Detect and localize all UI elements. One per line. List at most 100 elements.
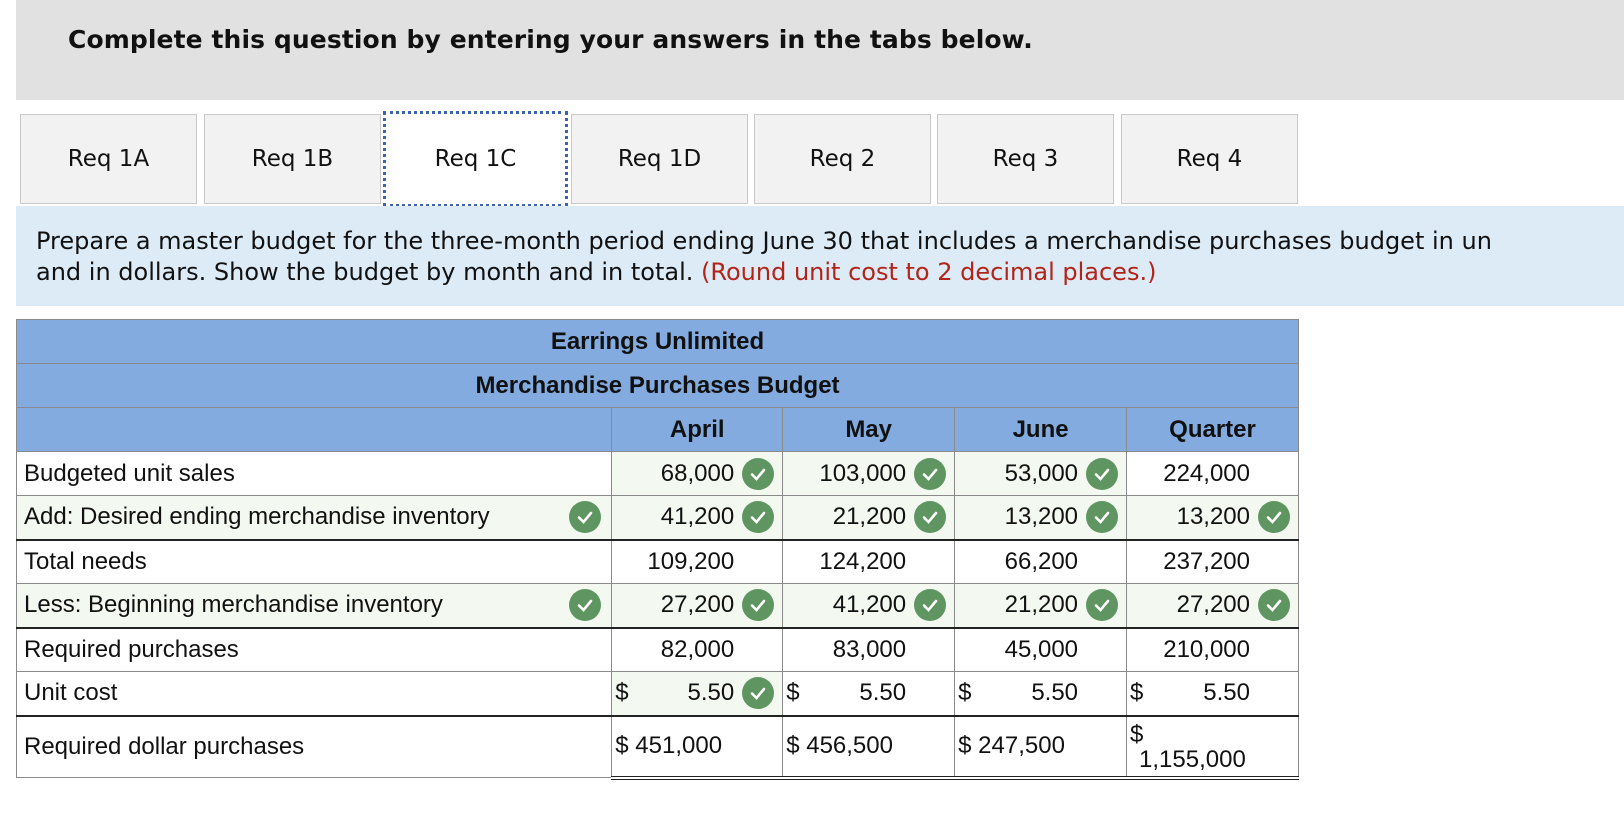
row-total-needs: Total needs 109,200 124,200 66,200 237,2… (15, 539, 1299, 584)
value-text: 27,200 (1176, 591, 1250, 619)
check-icon (569, 589, 602, 622)
value-text: 53,000 (1004, 459, 1079, 487)
merchandise-purchases-budget-table: Earrings Unlimited Merchandise Purchases… (15, 319, 1299, 780)
check-icon (1086, 501, 1119, 534)
value-text: 5.50 (687, 679, 735, 707)
input-june[interactable]: 21,200 (954, 583, 1128, 629)
instruction-panel: Prepare a master budget for the three-mo… (16, 206, 1624, 306)
company-name: Earrings Unlimited (16, 319, 1299, 364)
input-april[interactable]: 68,000 (611, 451, 784, 496)
check-icon (742, 457, 775, 490)
value-quarter: 237,200 (1126, 539, 1299, 584)
check-icon (742, 501, 775, 534)
value-june: $ 247,500 (954, 715, 1128, 780)
input-june[interactable]: 53,000 (954, 451, 1128, 496)
value-june: 45,000 (954, 627, 1128, 672)
value-text: 5.50 (1031, 679, 1079, 707)
input-april[interactable]: 41,200 (611, 495, 784, 541)
value-quarter: 210,000 (1126, 627, 1299, 672)
value-text: 224,000 (1163, 459, 1250, 487)
value-may: 83,000 (782, 627, 956, 672)
value-may: $ 456,500 (782, 715, 956, 780)
instruction-line-2: and in dollars. Show the budget by month… (36, 258, 694, 286)
value-may: 124,200 (782, 539, 956, 584)
col-header-june: June (954, 407, 1128, 452)
row-label-input[interactable]: Less: Beginning merchandise inventory (15, 583, 613, 629)
question-title: Complete this question by entering your … (68, 25, 1033, 54)
tab-req-1b[interactable]: Req 1B (204, 114, 381, 204)
check-icon (1258, 501, 1290, 534)
check-icon (742, 589, 775, 622)
input-april[interactable]: 27,200 (611, 583, 784, 629)
instruction-line-1: Prepare a master budget for the three-mo… (36, 227, 1492, 255)
row-unit-cost: Unit cost $ 5.50 $ 5.50 $ 5.50 $ 5.50 (15, 671, 1299, 717)
tab-req-1d[interactable]: Req 1D (571, 114, 748, 204)
value-text: 13,200 (1176, 503, 1250, 531)
check-icon (914, 501, 947, 534)
value-text: 21,200 (832, 503, 907, 531)
tab-req-1c[interactable]: Req 1C (383, 111, 568, 207)
row-label-input[interactable]: Add: Desired ending merchandise inventor… (15, 495, 613, 541)
row-label: Add: Desired ending merchandise inventor… (24, 503, 490, 531)
check-icon (914, 457, 947, 490)
col-header-april: April (611, 407, 784, 452)
question-header: Complete this question by entering your … (16, 0, 1624, 100)
input-may[interactable]: 103,000 (782, 451, 956, 496)
budget-title: Merchandise Purchases Budget (16, 363, 1299, 408)
row-beginning-inventory: Less: Beginning merchandise inventory 27… (15, 583, 1299, 629)
value-text: $ 456,500 (786, 732, 893, 759)
value-quarter: $ 5.50 (1126, 671, 1299, 717)
row-label: Total needs (15, 539, 613, 584)
value-text: 5.50 (1203, 679, 1250, 707)
dollar-sign: $ (1130, 679, 1144, 707)
check-icon (569, 501, 602, 534)
value-text: 1,155,000 (1139, 745, 1246, 773)
check-icon (1258, 589, 1290, 622)
input-may[interactable]: 41,200 (782, 583, 956, 629)
instruction-note: (Round unit cost to 2 decimal places.) (701, 258, 1157, 286)
input-quarter[interactable]: 13,200 (1126, 495, 1299, 541)
dollar-sign: $ (615, 679, 629, 707)
value-text: 21,200 (1004, 591, 1079, 619)
row-label: Unit cost (15, 671, 613, 717)
row-required-dollar-purchases: Required dollar purchases $ 451,000 $ 45… (15, 715, 1299, 780)
instruction-text: Prepare a master budget for the three-mo… (36, 226, 1624, 288)
value-text: 41,200 (660, 503, 735, 531)
row-label: Required dollar purchases (15, 715, 613, 778)
value-text: 13,200 (1004, 503, 1079, 531)
value-april: 82,000 (611, 627, 784, 672)
dollar-sign: $ (786, 679, 800, 707)
col-header-may: May (782, 407, 956, 452)
value-quarter: $ 1,155,000 (1126, 715, 1299, 780)
row-desired-ending-inventory: Add: Desired ending merchandise inventor… (15, 495, 1299, 541)
value-text: 68,000 (660, 459, 735, 487)
value-may: $ 5.50 (782, 671, 956, 717)
check-icon (1086, 589, 1119, 622)
dollar-sign: $ (958, 679, 972, 707)
col-header-quarter: Quarter (1126, 407, 1299, 452)
row-budgeted-unit-sales: Budgeted unit sales 68,000 103,000 53,00… (15, 451, 1299, 496)
input-quarter[interactable]: 27,200 (1126, 583, 1299, 629)
value-june: 66,200 (954, 539, 1128, 584)
row-label: Budgeted unit sales (15, 451, 613, 496)
tab-req-4[interactable]: Req 4 (1121, 114, 1298, 204)
check-icon (914, 589, 947, 622)
input-june[interactable]: 13,200 (954, 495, 1128, 541)
tab-req-3[interactable]: Req 3 (937, 114, 1114, 204)
check-icon (1086, 457, 1119, 490)
check-icon (742, 677, 775, 710)
input-may[interactable]: 21,200 (782, 495, 956, 541)
tab-req-1a[interactable]: Req 1A (20, 114, 197, 204)
value-text: 41,200 (832, 591, 907, 619)
value-text: $ 451,000 (615, 732, 723, 759)
input-april[interactable]: $ 5.50 (611, 671, 784, 717)
header-blank (15, 407, 613, 452)
value-quarter: 224,000 (1126, 451, 1299, 496)
value-text: 103,000 (819, 459, 907, 487)
value-april: 109,200 (611, 539, 784, 584)
tab-req-2[interactable]: Req 2 (754, 114, 931, 204)
value-text: 27,200 (660, 591, 735, 619)
row-label: Less: Beginning merchandise inventory (24, 591, 443, 619)
row-required-purchases: Required purchases 82,000 83,000 45,000 … (15, 627, 1299, 672)
row-label: Required purchases (15, 627, 613, 672)
